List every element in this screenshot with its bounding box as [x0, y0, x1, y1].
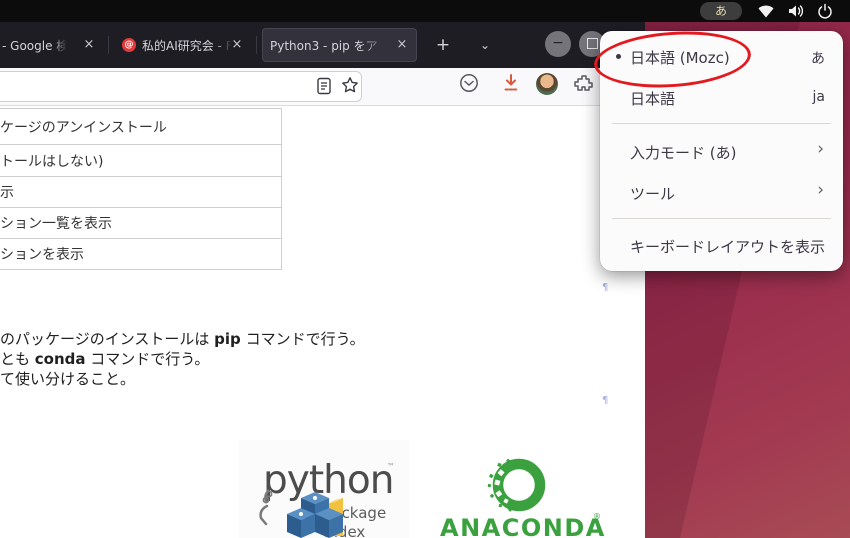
- menu-item-japanese[interactable]: 日本語 ja: [606, 81, 837, 115]
- pypi-logo[interactable]: python ™ Package Index: [239, 440, 409, 538]
- paragraph-anchor-icon[interactable]: ¶: [602, 395, 608, 406]
- tab-close-icon[interactable]: ×: [393, 36, 411, 54]
- anaconda-logo[interactable]: ANACONDA ®: [438, 458, 602, 538]
- window-minimize-button[interactable]: −: [545, 31, 571, 57]
- new-tab-button[interactable]: +: [430, 32, 456, 58]
- url-bar[interactable]: [0, 71, 362, 102]
- tab-ai-kenkyukai[interactable]: @ 私的AI研究会 - F ×: [112, 28, 252, 62]
- tab-close-icon[interactable]: ×: [228, 36, 246, 54]
- download-icon[interactable]: [500, 72, 526, 98]
- pypi-crane-blocks-icon: [239, 440, 409, 538]
- reader-mode-icon[interactable]: [316, 77, 332, 99]
- menu-separator: [612, 123, 831, 124]
- toc-row-label: ションを表示: [0, 244, 84, 264]
- anaconda-logo-text: ANACONDA: [440, 514, 606, 538]
- toc-row[interactable]: ケージのアンインストール: [0, 109, 281, 145]
- menu-item-label: 入力モード (あ): [630, 142, 736, 163]
- menu-separator: [612, 218, 831, 219]
- menu-item-show-keyboard-layout[interactable]: キーボードレイアウトを表示: [606, 229, 837, 263]
- firefox-window: - Google 検 × @ 私的AI研究会 - F × Python3 - p…: [0, 22, 645, 538]
- tab-separator: [108, 36, 109, 54]
- text-line: とも conda コマンドで行う。: [0, 350, 430, 370]
- text-line: のパッケージのインストールは pip コマンドで行う。: [0, 330, 430, 350]
- tab-label: Python3 - pip をア: [270, 37, 388, 54]
- bookmark-star-icon[interactable]: [341, 76, 359, 98]
- tab-google[interactable]: - Google 検 ×: [0, 28, 104, 62]
- menu-item-input-mode[interactable]: 入力モード (あ) ›: [606, 135, 837, 169]
- toc-row-label: トールはしない): [0, 151, 103, 171]
- tab-label: 私的AI研究会 - F: [142, 37, 234, 54]
- toc-row[interactable]: ション一覧を表示: [0, 208, 281, 239]
- toc-table: ケージのアンインストール トールはしない) 示 ション一覧を表示 ションを表示: [0, 108, 282, 270]
- text-line: て使い分けること。: [0, 370, 430, 390]
- maximize-icon: [587, 38, 598, 49]
- pocket-icon[interactable]: [458, 72, 484, 98]
- tab-close-icon[interactable]: ×: [80, 36, 98, 54]
- tab-list-chevron-icon[interactable]: ⌄: [472, 32, 498, 58]
- menu-item-mozc[interactable]: 日本語 (Mozc) あ: [606, 40, 837, 74]
- page-content: ケージのアンインストール トールはしない) 示 ション一覧を表示 ションを表示 …: [0, 106, 645, 538]
- site-favicon-icon: @: [122, 38, 136, 52]
- anaconda-ring-icon: [486, 458, 550, 514]
- toc-row-label: ション一覧を表示: [0, 213, 112, 233]
- paragraph-anchor-icon[interactable]: ¶: [602, 282, 608, 293]
- menu-item-label: 日本語: [630, 88, 675, 109]
- ime-indicator[interactable]: あ: [700, 2, 742, 20]
- power-icon[interactable]: [816, 3, 834, 19]
- tab-separator: [256, 36, 257, 54]
- system-top-bar: あ: [0, 0, 850, 22]
- body-text: のパッケージのインストールは pip コマンドで行う。 とも conda コマン…: [0, 330, 430, 389]
- menu-item-label: ツール: [630, 183, 675, 204]
- toc-row-label: ケージのアンインストール: [0, 117, 167, 137]
- menu-item-label: 日本語 (Mozc): [630, 47, 730, 68]
- wifi-icon[interactable]: [757, 3, 775, 19]
- screen: - Google 検 × @ 私的AI研究会 - F × Python3 - p…: [0, 0, 850, 538]
- registered-symbol: ®: [593, 512, 601, 521]
- chevron-right-icon: ›: [817, 139, 824, 159]
- menu-item-tools[interactable]: ツール ›: [606, 176, 837, 210]
- menu-item-shortcut: あ: [811, 48, 825, 68]
- volume-icon[interactable]: [787, 3, 805, 19]
- ime-dropdown-menu: 日本語 (Mozc) あ 日本語 ja 入力モード (あ) › ツール › キー…: [600, 31, 843, 271]
- menu-item-label: キーボードレイアウトを表示: [630, 236, 825, 257]
- tab-label: - Google 検: [2, 37, 68, 54]
- toc-row[interactable]: ションを表示: [0, 239, 281, 270]
- tab-bar: - Google 検 × @ 私的AI研究会 - F × Python3 - p…: [0, 22, 645, 68]
- selected-bullet-icon: [616, 54, 621, 59]
- toc-row[interactable]: トールはしない): [0, 145, 281, 177]
- toc-row[interactable]: 示: [0, 177, 281, 208]
- tab-python3-pip[interactable]: Python3 - pip をア ×: [262, 28, 417, 62]
- chevron-right-icon: ›: [817, 180, 824, 200]
- menu-item-shortcut: ja: [813, 89, 825, 105]
- extensions-puzzle-icon[interactable]: [573, 72, 599, 98]
- toc-row-label: 示: [0, 182, 14, 202]
- profile-avatar[interactable]: [536, 73, 558, 95]
- navigation-toolbar: [0, 68, 645, 106]
